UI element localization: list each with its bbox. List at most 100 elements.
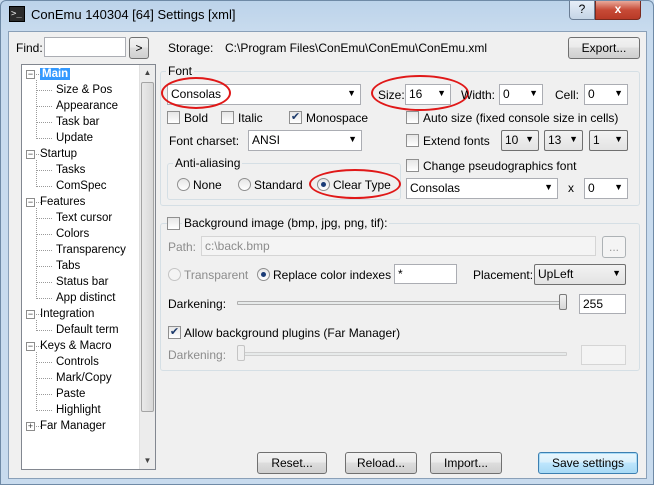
tree-connector — [36, 218, 52, 219]
tree-item[interactable]: Text cursor — [36, 211, 112, 227]
cell-label: Cell: — [555, 88, 580, 102]
italic-checkbox[interactable] — [221, 111, 234, 124]
pseudographics-checkbox[interactable] — [406, 159, 419, 172]
tree-item-label: Main — [40, 68, 71, 80]
title-bar[interactable]: >_ ConEmu 140304 [64] Settings [xml] ? x — [1, 1, 653, 29]
color-indexes-input[interactable]: * — [394, 264, 457, 284]
tree-item-label: Startup — [40, 148, 78, 160]
extend-font-value-3: 1 — [593, 133, 600, 147]
tree-connector — [36, 410, 52, 411]
darkening2-value-input[interactable] — [581, 345, 626, 365]
tree-item[interactable]: − Startup — [26, 147, 77, 163]
transparent-radio[interactable] — [168, 268, 181, 281]
tree-item-label: Controls — [56, 356, 99, 368]
aa-none-label: None — [193, 178, 222, 192]
close-button[interactable]: x — [595, 1, 641, 20]
tree-item[interactable]: Size & Pos — [36, 83, 112, 99]
tree-scroll-thumb[interactable] — [141, 82, 154, 412]
pseudographics-label: Change pseudographics font — [423, 159, 577, 173]
pseudographics-size-combo[interactable]: 0 ▼ — [584, 178, 628, 199]
placement-label: Placement: — [473, 268, 534, 282]
aa-standard-radio[interactable] — [238, 178, 251, 191]
tree-item[interactable]: Task bar — [36, 115, 99, 131]
extend-font-combo-2[interactable]: 13 ▼ — [544, 130, 583, 151]
find-next-button[interactable]: > — [129, 37, 149, 59]
tree-connector — [36, 330, 52, 331]
bold-checkbox[interactable] — [167, 111, 180, 124]
darkening-slider-thumb[interactable] — [559, 294, 567, 310]
tree-item[interactable]: Highlight — [36, 403, 101, 419]
tree-item[interactable]: App distinct — [36, 291, 115, 307]
tree-scrollbar[interactable]: ▲ ▼ — [139, 65, 155, 469]
tree-item[interactable]: Default term — [36, 323, 119, 339]
tree-item-label: Appearance — [56, 100, 119, 112]
antialias-group-title: Anti-aliasing — [173, 156, 243, 170]
replace-indexes-radio[interactable] — [257, 268, 270, 281]
tree-item[interactable]: Tabs — [36, 259, 80, 275]
reload-button[interactable]: Reload... — [345, 452, 417, 474]
tree-item[interactable]: − Main — [26, 67, 71, 83]
background-plugins-checkbox[interactable]: ✔ — [168, 326, 181, 339]
autosize-checkbox[interactable] — [406, 111, 419, 124]
tree-item[interactable]: Paste — [36, 387, 85, 403]
monospace-checkbox[interactable]: ✔ — [289, 111, 302, 124]
reset-button[interactable]: Reset... — [257, 452, 327, 474]
help-button[interactable]: ? — [569, 1, 595, 20]
background-path-input[interactable]: c:\back.bmp — [201, 236, 596, 256]
darkening-value-input[interactable]: 255 — [579, 294, 626, 314]
extend-fonts-checkbox[interactable] — [406, 134, 419, 147]
scroll-down-arrow-icon[interactable]: ▼ — [140, 453, 155, 469]
collapse-icon[interactable]: − — [26, 150, 35, 159]
charset-label: Font charset: — [169, 134, 240, 148]
darkening2-slider-track[interactable] — [237, 352, 567, 356]
find-input[interactable] — [44, 37, 126, 57]
aa-cleartype-radio[interactable] — [317, 178, 330, 191]
tree-item[interactable]: − Keys & Macro — [26, 339, 112, 355]
darkening2-slider-thumb[interactable] — [237, 345, 245, 361]
collapse-icon[interactable]: − — [26, 310, 35, 319]
tree-item[interactable]: Status bar — [36, 275, 108, 291]
font-size-combo[interactable]: 16 ▼ — [405, 84, 451, 105]
scroll-up-arrow-icon[interactable]: ▲ — [140, 65, 155, 81]
tree-item[interactable]: + Far Manager — [26, 419, 106, 435]
collapse-icon[interactable]: − — [26, 342, 35, 351]
tree-connector — [36, 74, 41, 75]
export-button[interactable]: Export... — [568, 37, 640, 59]
tree-connector — [36, 186, 52, 187]
settings-tree[interactable]: − Main Size & Pos Appearance Task bar Update −… — [21, 64, 156, 470]
extend-font-combo-1[interactable]: 10 ▼ — [501, 130, 539, 151]
background-image-checkbox[interactable] — [167, 217, 180, 230]
font-face-combo[interactable]: Consolas ▼ — [167, 84, 361, 105]
tree-item[interactable]: Colors — [36, 227, 89, 243]
font-size-value: 16 — [409, 87, 423, 101]
import-button[interactable]: Import... — [430, 452, 502, 474]
tree-item[interactable]: Tasks — [36, 163, 85, 179]
darkening2-label: Darkening: — [168, 348, 227, 362]
aa-none-radio[interactable] — [177, 178, 190, 191]
browse-button[interactable]: ... — [602, 236, 626, 258]
save-settings-button[interactable]: Save settings — [538, 452, 638, 474]
tree-item[interactable]: Appearance — [36, 99, 119, 115]
placement-combo[interactable]: UpLeft ▼ — [534, 264, 626, 285]
chevron-down-icon: ▼ — [544, 182, 553, 192]
tree-item[interactable]: Controls — [36, 355, 99, 371]
tree-item[interactable]: ComSpec — [36, 179, 107, 195]
pseudographics-x-label: x — [568, 181, 574, 195]
tree-item-label: Far Manager — [40, 420, 106, 432]
darkening-slider-track[interactable] — [237, 301, 567, 305]
charset-combo[interactable]: ANSI ▼ — [248, 130, 362, 151]
extend-font-combo-3[interactable]: 1 ▼ — [589, 130, 628, 151]
collapse-icon[interactable]: − — [26, 198, 35, 207]
tree-item[interactable]: Update — [36, 131, 93, 147]
tree-item[interactable]: − Features — [26, 195, 85, 211]
chevron-down-icon: ▼ — [525, 134, 534, 144]
width-label: Width: — [461, 88, 496, 102]
pseudographics-font-combo[interactable]: Consolas ▼ — [406, 178, 558, 199]
tree-item[interactable]: Transparency — [36, 243, 126, 259]
tree-item[interactable]: Mark/Copy — [36, 371, 112, 387]
font-cell-combo[interactable]: 0 ▼ — [584, 84, 628, 105]
expand-icon[interactable]: + — [26, 422, 35, 431]
collapse-icon[interactable]: − — [26, 70, 35, 79]
storage-path: C:\Program Files\ConEmu\ConEmu\ConEmu.xm… — [225, 41, 488, 55]
font-width-combo[interactable]: 0 ▼ — [499, 84, 543, 105]
